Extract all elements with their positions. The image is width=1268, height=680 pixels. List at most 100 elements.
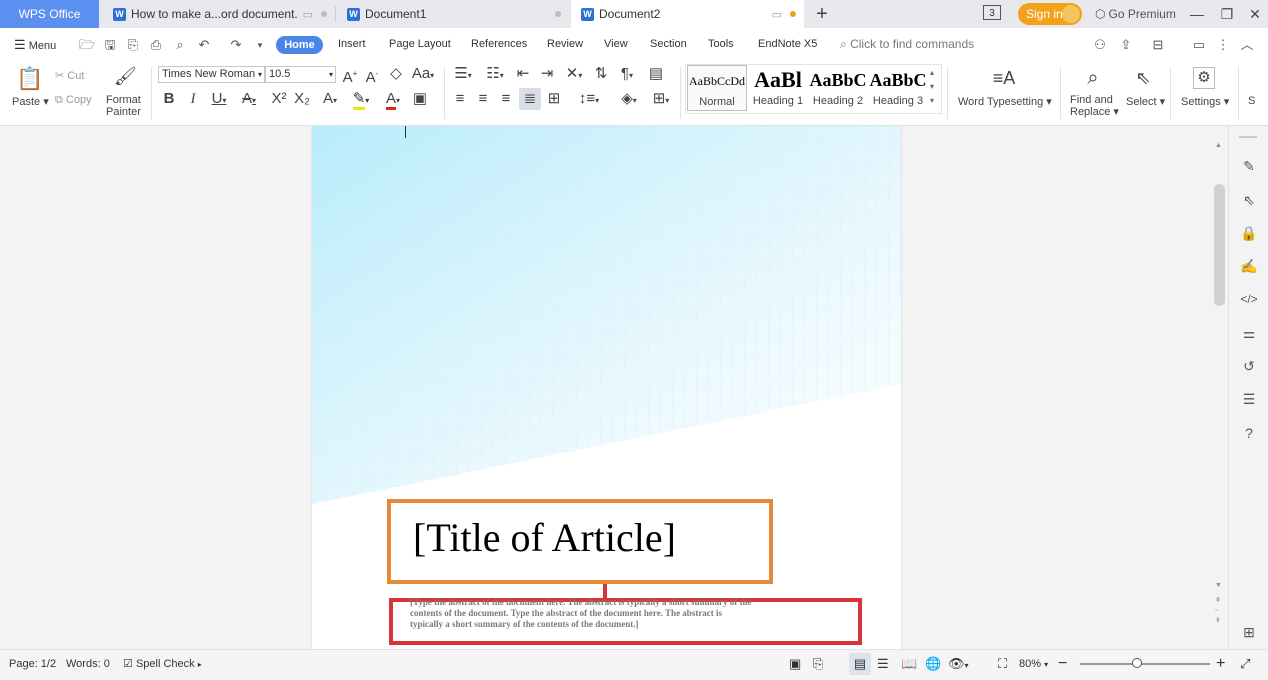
- settings-icon[interactable]: ⚙: [1193, 67, 1215, 89]
- style-heading-1[interactable]: AaBl Heading 1: [748, 65, 808, 111]
- tab-document-howto[interactable]: W How to make a...ord document. ▭: [103, 0, 335, 28]
- close-dot-icon[interactable]: [555, 11, 561, 17]
- reading-view-icon[interactable]: 📖: [901, 650, 917, 678]
- bold-icon[interactable]: B: [162, 90, 176, 108]
- menu-button[interactable]: ☰ Menu: [14, 28, 56, 61]
- page-view-icon[interactable]: ▤: [849, 653, 871, 675]
- go-premium-button[interactable]: ⬡ Go Premium: [1095, 0, 1176, 28]
- underline-icon[interactable]: U▾: [208, 90, 230, 110]
- share-icon[interactable]: ⇪: [1118, 37, 1134, 53]
- outline-view-icon[interactable]: ☰: [877, 650, 889, 678]
- outline-icon[interactable]: ☰: [1239, 389, 1259, 409]
- zoom-slider-thumb[interactable]: [1131, 658, 1142, 668]
- change-case-icon[interactable]: Aa▾: [411, 65, 435, 85]
- undo-icon[interactable]: ↶: [196, 37, 212, 53]
- document-page[interactable]: [Title of Article] [Type the abstract of…: [312, 126, 901, 649]
- distributed-icon[interactable]: ⊞: [545, 90, 563, 108]
- align-center-icon[interactable]: ≡: [475, 90, 491, 108]
- increase-indent-icon[interactable]: ⇥: [538, 65, 556, 83]
- font-size-select[interactable]: 10.5 ▾: [265, 66, 336, 83]
- new-tab-plus-icon[interactable]: +: [813, 3, 831, 25]
- export-icon[interactable]: ⎘: [813, 650, 823, 678]
- redo-icon[interactable]: ↷: [228, 37, 244, 53]
- quick-access-dropdown-icon[interactable]: ▾: [252, 37, 268, 53]
- tab-page-layout[interactable]: Page Layout: [389, 28, 451, 61]
- settings-button[interactable]: Settings ▾: [1181, 95, 1229, 108]
- tab-insert[interactable]: Insert: [338, 28, 366, 61]
- doc-protect-icon[interactable]: ▣: [789, 650, 801, 678]
- fullscreen-icon[interactable]: ⤢: [1240, 650, 1250, 678]
- eye-protection-icon[interactable]: 👁▾: [948, 650, 969, 678]
- open-folder-icon[interactable]: 🗁: [79, 37, 95, 53]
- increase-font-size-icon[interactable]: A+: [342, 65, 358, 87]
- tab-home[interactable]: Home: [276, 36, 323, 54]
- select-cursor-icon[interactable]: ⇖: [1132, 66, 1154, 90]
- styles-scroll-icon[interactable]: ▴ ▾ ▾: [930, 66, 934, 108]
- decrease-font-size-icon[interactable]: A-: [364, 65, 380, 87]
- find-magnifier-icon[interactable]: ⌕: [1080, 65, 1106, 91]
- zoom-in-icon[interactable]: +: [1216, 650, 1225, 678]
- align-right-icon[interactable]: ≡: [498, 90, 514, 108]
- italic-icon[interactable]: I: [186, 90, 200, 108]
- history-icon[interactable]: ↺: [1239, 356, 1259, 376]
- shading-icon[interactable]: ◈▾: [615, 90, 643, 110]
- close-dot-icon[interactable]: [321, 11, 327, 17]
- superscript-icon[interactable]: X²: [270, 90, 288, 108]
- apps-grid-icon[interactable]: ⊞: [1239, 622, 1259, 642]
- scroll-up-icon[interactable]: ▲: [1215, 142, 1222, 149]
- tab-references[interactable]: References: [471, 28, 527, 61]
- scroll-down-icon[interactable]: ▼: [1215, 582, 1222, 589]
- page-nav-icons[interactable]: ⇞ ◦ ⇟: [1215, 596, 1221, 626]
- word-typesetting-button[interactable]: Word Typesetting ▾: [958, 95, 1052, 108]
- select-button[interactable]: Select ▾: [1126, 95, 1165, 108]
- subscript-icon[interactable]: X₂: [293, 90, 311, 108]
- pen-icon[interactable]: ✎: [1239, 156, 1259, 176]
- article-title[interactable]: [Title of Article]: [413, 514, 676, 561]
- line-spacing-icon[interactable]: ↕≡▾: [575, 90, 603, 110]
- web-view-icon[interactable]: 🌐: [925, 650, 941, 678]
- zoom-out-icon[interactable]: −: [1058, 650, 1067, 678]
- restore-icon[interactable]: ❐: [1216, 3, 1238, 25]
- bullet-list-icon[interactable]: ☰▾: [452, 65, 474, 85]
- paste-button[interactable]: Paste ▾: [12, 95, 49, 108]
- minimize-icon[interactable]: —: [1186, 3, 1208, 25]
- font-color-icon[interactable]: A▾: [381, 90, 405, 110]
- chinese-layout-icon[interactable]: ✕▾: [562, 65, 586, 85]
- tab-endnote[interactable]: EndNote X5: [758, 28, 817, 61]
- style-heading-3[interactable]: AaBbC Heading 3: [868, 65, 928, 111]
- window-count-badge[interactable]: 3: [983, 5, 1001, 20]
- text-effect-icon[interactable]: A▾: [318, 90, 342, 110]
- sign-in-button[interactable]: Sign in: [1018, 3, 1082, 25]
- word-typesetting-icon[interactable]: ≡A: [990, 65, 1018, 91]
- comment-icon[interactable]: ▭: [1191, 37, 1207, 53]
- layout-icon[interactable]: ⊟: [1150, 37, 1166, 53]
- edit-doc-icon[interactable]: ✍: [1239, 256, 1259, 276]
- help-icon[interactable]: ?: [1239, 423, 1259, 443]
- document-workspace[interactable]: [Title of Article] [Type the abstract of…: [0, 126, 1212, 649]
- zoom-slider-track[interactable]: [1080, 663, 1210, 665]
- copy-button[interactable]: ⧉ Copy: [55, 94, 92, 107]
- tab-document2-active[interactable]: W Document2 ▭: [571, 0, 804, 28]
- borders-icon[interactable]: ⊞▾: [647, 90, 675, 110]
- ribbon-overflow-label[interactable]: S: [1248, 95, 1255, 107]
- tab-section[interactable]: Section: [650, 28, 687, 61]
- format-painter-icon[interactable]: 🖌: [114, 67, 137, 85]
- code-icon[interactable]: </>: [1239, 289, 1259, 309]
- more-options-icon[interactable]: ⋮: [1215, 37, 1231, 53]
- page-indicator[interactable]: Page: 1/2: [9, 650, 56, 678]
- character-border-icon[interactable]: ▣: [412, 90, 428, 108]
- font-name-select[interactable]: Times New Roman ▾: [158, 66, 265, 83]
- style-heading-2[interactable]: AaBbC Heading 2: [808, 65, 868, 111]
- justify-icon[interactable]: ≣: [519, 88, 541, 110]
- spell-check-button[interactable]: ☑ Spell Check ▸: [123, 650, 202, 678]
- print-preview-icon[interactable]: ⌕: [172, 37, 188, 53]
- table-tools-icon[interactable]: ▤: [646, 65, 666, 83]
- tab-tools[interactable]: Tools: [708, 28, 734, 61]
- format-painter-button[interactable]: Format Painter: [106, 94, 141, 118]
- style-normal[interactable]: AaBbCcDd Normal: [687, 65, 747, 111]
- lock-icon[interactable]: 🔒: [1239, 223, 1259, 243]
- align-left-icon[interactable]: ≡: [452, 90, 468, 108]
- save-icon[interactable]: 🖫: [102, 37, 118, 53]
- tab-wps-office[interactable]: WPS Office: [0, 0, 99, 28]
- zoom-select[interactable]: 80% ▾: [1019, 650, 1048, 678]
